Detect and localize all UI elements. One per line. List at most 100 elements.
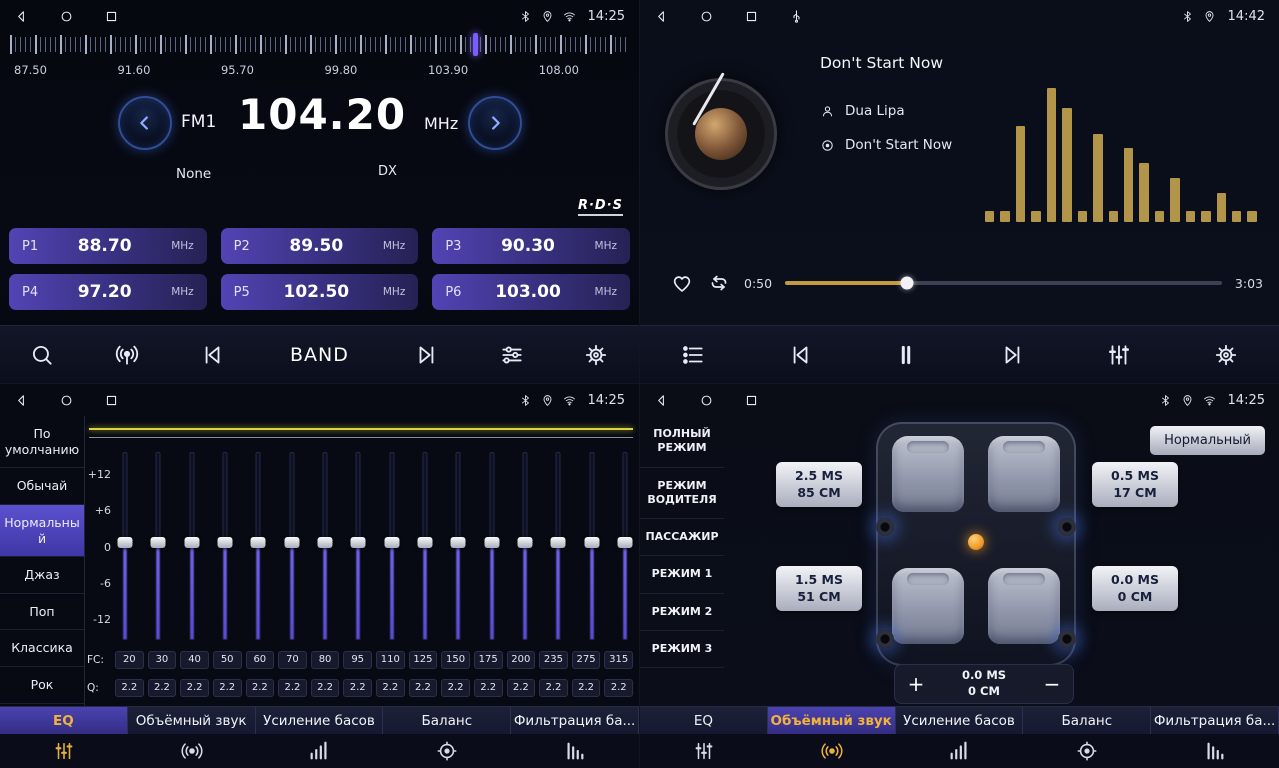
tab-balance[interactable]: Баланс (383, 707, 511, 734)
front-right-delay-button[interactable]: 0.5 MS 17 CM (1092, 462, 1178, 507)
eq-faders-icon[interactable] (640, 734, 768, 768)
tab-surround-sound[interactable]: Объёмный звук (128, 707, 256, 734)
balance-icon[interactable] (1023, 734, 1151, 768)
band-button[interactable]: BAND (284, 343, 355, 367)
eq-preset-normal[interactable]: Нормальный (0, 505, 84, 557)
eq-slider-knob[interactable] (118, 537, 133, 548)
recents-icon[interactable] (104, 393, 119, 408)
eq-band-slider[interactable] (482, 452, 502, 640)
favorite-heart-icon[interactable] (670, 271, 694, 295)
eq-slider-knob[interactable] (584, 537, 599, 548)
eq-slider-knob[interactable] (484, 537, 499, 548)
eq-band-slider[interactable] (415, 452, 435, 640)
crossover-filter-icon[interactable] (1151, 734, 1279, 768)
eq-band-slider[interactable] (282, 452, 302, 640)
eq-slider-knob[interactable] (384, 537, 399, 548)
eq-preset-default[interactable]: По умолчанию (0, 416, 84, 468)
frequency-scale[interactable]: 87.50 91.60 95.70 99.80 103.90 108.00 (0, 33, 639, 85)
eq-band-slider[interactable] (615, 452, 635, 640)
previous-track-icon[interactable] (199, 342, 225, 368)
home-icon[interactable] (59, 9, 74, 24)
home-icon[interactable] (699, 9, 714, 24)
delay-increase-button[interactable]: + (901, 669, 931, 699)
surround-sound-icon[interactable] (768, 734, 896, 768)
eq-slider-knob[interactable] (151, 537, 166, 548)
surround-preset-button[interactable]: Нормальный (1150, 426, 1265, 455)
pause-icon[interactable] (893, 342, 919, 368)
eq-slider-knob[interactable] (417, 537, 432, 548)
preset-button-p4[interactable]: P4 97.20 MHz (9, 274, 207, 310)
balance-icon[interactable] (383, 734, 511, 768)
surround-sound-icon[interactable] (128, 734, 256, 768)
tune-down-button[interactable] (118, 96, 172, 150)
eq-preset-jazz[interactable]: Джаз (0, 557, 84, 594)
playlist-icon[interactable] (680, 342, 706, 368)
eq-slider-knob[interactable] (617, 537, 632, 548)
equalizer-icon[interactable] (1106, 342, 1132, 368)
eq-band-slider[interactable] (348, 452, 368, 640)
eq-slider-knob[interactable] (217, 537, 232, 548)
eq-band-slider[interactable] (115, 452, 135, 640)
back-icon[interactable] (14, 393, 29, 408)
eq-band-slider[interactable] (448, 452, 468, 640)
eq-band-slider[interactable] (248, 452, 268, 640)
front-left-delay-button[interactable]: 2.5 MS 85 CM (776, 462, 862, 507)
tune-up-button[interactable] (468, 96, 522, 150)
eq-slider-knob[interactable] (284, 537, 299, 548)
preset-button-p5[interactable]: P5 102.50 MHz (221, 274, 419, 310)
rear-right-delay-button[interactable]: 0.0 MS 0 CM (1092, 566, 1178, 611)
eq-band-slider[interactable] (515, 452, 535, 640)
home-icon[interactable] (59, 393, 74, 408)
eq-faders-icon[interactable] (0, 734, 128, 768)
eq-band-slider[interactable] (148, 452, 168, 640)
eq-slider-knob[interactable] (184, 537, 199, 548)
eq-slider-knob[interactable] (451, 537, 466, 548)
eq-slider-knob[interactable] (351, 537, 366, 548)
mode-full[interactable]: ПОЛНЫЙ РЕЖИМ (640, 416, 724, 468)
tab-balance[interactable]: Баланс (1023, 707, 1151, 734)
tab-filter[interactable]: Фильтрация ба... (511, 707, 639, 734)
eq-slider-knob[interactable] (251, 537, 266, 548)
recents-icon[interactable] (744, 393, 759, 408)
tab-eq[interactable]: EQ (0, 707, 128, 734)
mode-1[interactable]: РЕЖИМ 1 (640, 556, 724, 593)
eq-slider-knob[interactable] (317, 537, 332, 548)
home-icon[interactable] (699, 393, 714, 408)
mode-2[interactable]: РЕЖИМ 2 (640, 594, 724, 631)
repeat-icon[interactable] (707, 271, 731, 295)
recents-icon[interactable] (744, 9, 759, 24)
bass-boost-icon[interactable] (896, 734, 1024, 768)
next-track-icon[interactable] (414, 342, 440, 368)
crossover-filter-icon[interactable] (511, 734, 639, 768)
preset-button-p6[interactable]: P6 103.00 MHz (432, 274, 630, 310)
tab-filter[interactable]: Фильтрация ба... (1151, 707, 1279, 734)
eq-band-slider[interactable] (382, 452, 402, 640)
eq-slider-knob[interactable] (551, 537, 566, 548)
tab-bass-boost[interactable]: Усиление басов (896, 707, 1024, 734)
mode-passenger[interactable]: ПАССАЖИР (640, 519, 724, 556)
tab-eq[interactable]: EQ (640, 707, 768, 734)
next-track-icon[interactable] (1000, 342, 1026, 368)
progress-knob[interactable] (901, 277, 914, 290)
back-icon[interactable] (654, 9, 669, 24)
tab-bass-boost[interactable]: Усиление басов (256, 707, 384, 734)
eq-band-slider[interactable] (582, 452, 602, 640)
eq-band-slider[interactable] (215, 452, 235, 640)
delay-decrease-button[interactable]: − (1037, 669, 1067, 699)
eq-slider-knob[interactable] (517, 537, 532, 548)
eq-band-slider[interactable] (548, 452, 568, 640)
tune-settings-icon[interactable] (499, 342, 525, 368)
eq-band-slider[interactable] (315, 452, 335, 640)
recents-icon[interactable] (104, 9, 119, 24)
eq-preset-classic[interactable]: Классика (0, 630, 84, 667)
broadcast-icon[interactable] (114, 342, 140, 368)
previous-track-icon[interactable] (787, 342, 813, 368)
preset-button-p3[interactable]: P3 90.30 MHz (432, 228, 630, 264)
eq-preset-pop[interactable]: Поп (0, 594, 84, 631)
mode-driver[interactable]: РЕЖИМ ВОДИТЕЛЯ (640, 468, 724, 520)
eq-preset-rock[interactable]: Рок (0, 667, 84, 704)
preset-button-p2[interactable]: P2 89.50 MHz (221, 228, 419, 264)
mode-3[interactable]: РЕЖИМ 3 (640, 631, 724, 668)
back-icon[interactable] (654, 393, 669, 408)
progress-bar[interactable] (785, 281, 1222, 285)
